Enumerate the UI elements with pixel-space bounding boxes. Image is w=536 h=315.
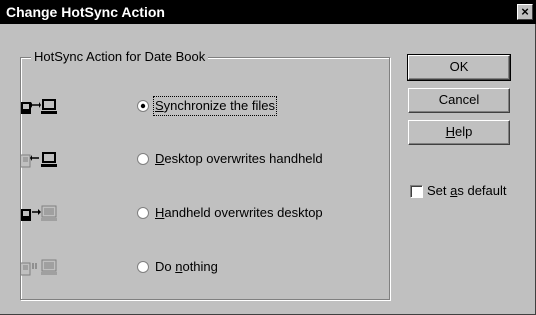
set-as-default-label: Set as default bbox=[427, 183, 507, 198]
close-button[interactable]: × bbox=[517, 4, 533, 20]
sync-both-icon bbox=[21, 99, 57, 114]
close-icon: × bbox=[521, 4, 529, 19]
cancel-button[interactable]: Cancel bbox=[408, 88, 510, 113]
label-handheld-overwrites: Handheld overwrites desktop bbox=[155, 205, 323, 220]
radio-handheld-overwrites[interactable] bbox=[137, 207, 149, 219]
handheld-to-desktop-icon bbox=[21, 205, 57, 221]
group-legend: HotSync Action for Date Book bbox=[31, 49, 209, 65]
radio-synchronize[interactable] bbox=[137, 100, 149, 112]
option-synchronize[interactable]: Synchronize the files bbox=[0, 96, 370, 116]
dialog-title: Change HotSync Action bbox=[6, 4, 165, 20]
do-nothing-icon bbox=[20, 259, 57, 276]
set-as-default-checkbox[interactable] bbox=[410, 185, 423, 198]
label-do-nothing: Do nothing bbox=[155, 259, 218, 274]
option-do-nothing[interactable]: Do nothing bbox=[0, 257, 370, 277]
title-bar[interactable]: Change HotSync Action × bbox=[0, 0, 536, 24]
desktop-to-handheld-icon bbox=[20, 152, 57, 168]
set-as-default-option[interactable]: Set as default bbox=[410, 183, 530, 199]
radio-desktop-overwrites[interactable] bbox=[137, 153, 149, 165]
ok-button[interactable]: OK bbox=[407, 54, 511, 81]
label-synchronize: Synchronize the files bbox=[153, 96, 277, 116]
help-button[interactable]: Help bbox=[408, 120, 510, 145]
radio-do-nothing[interactable] bbox=[137, 261, 149, 273]
change-hotsync-action-dialog: Change HotSync Action × HotSync Action f… bbox=[0, 0, 536, 315]
option-desktop-overwrites[interactable]: Desktop overwrites handheld bbox=[0, 149, 370, 169]
label-desktop-overwrites: Desktop overwrites handheld bbox=[155, 151, 323, 166]
option-handheld-overwrites[interactable]: Handheld overwrites desktop bbox=[0, 203, 370, 223]
